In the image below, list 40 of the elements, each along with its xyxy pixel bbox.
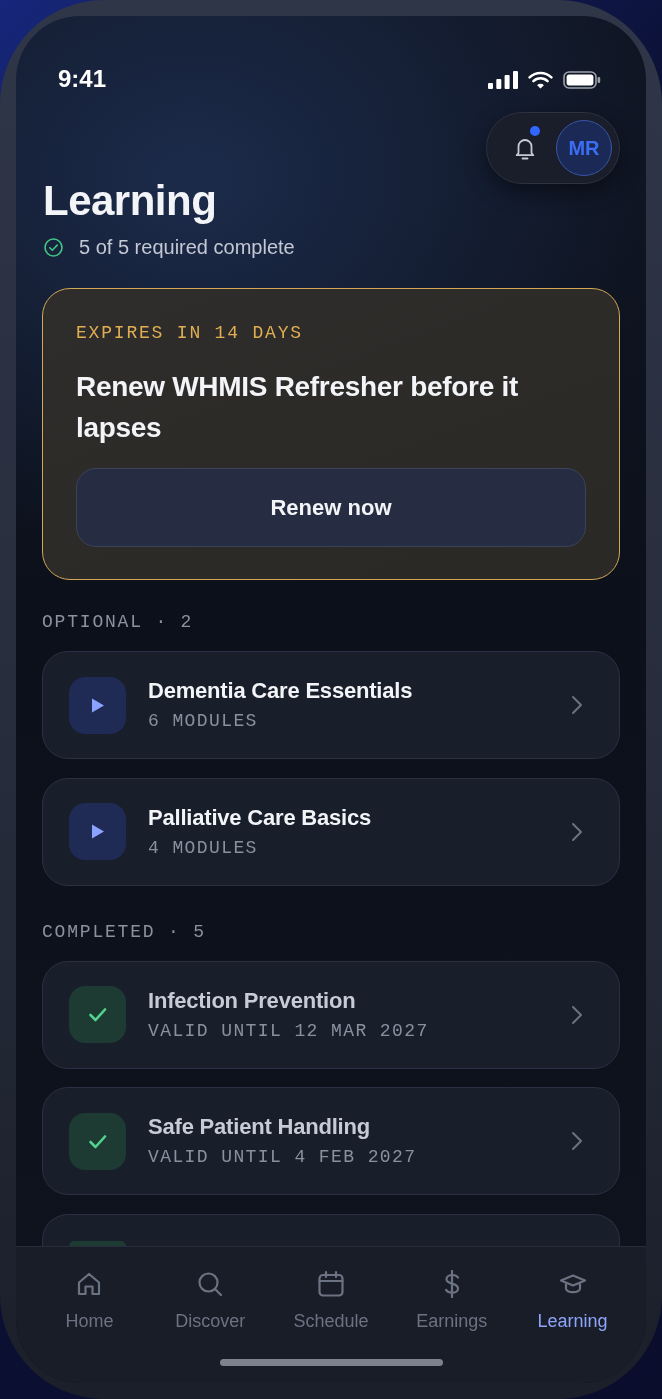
check-circle-icon [44, 237, 63, 257]
chevron-icon [571, 821, 583, 842]
chevron-icon [571, 695, 583, 715]
course-title: Dementia Care Essentials [148, 677, 413, 705]
chevron-icon [571, 1004, 583, 1025]
nav-tab[interactable]: Earnings [391, 1270, 513, 1332]
course-meta: 4 MODULES [148, 836, 258, 860]
course-card[interactable]: Safe Patient Handling VALID UNTIL 4 FEB 2027 [42, 1087, 620, 1195]
course-title: Palliative Care Basics [148, 803, 372, 832]
page-title: Learning [43, 178, 218, 224]
check-icon [69, 986, 126, 1043]
search-icon [196, 1270, 225, 1298]
wifi-icon [528, 71, 553, 89]
section-label: OPTIONAL · 2 [42, 611, 195, 634]
course-card[interactable]: Infection Prevention VALID UNTIL 12 MAR 2027 [42, 960, 620, 1069]
course-title: Infection Prevention [148, 986, 356, 1015]
status-time: 9:41 [58, 66, 107, 92]
calendar-icon [317, 1270, 345, 1298]
chevron-icon [571, 1131, 583, 1151]
course-meta: VALID UNTIL 12 MAR 2027 [148, 1019, 429, 1043]
nav-tab[interactable]: Learning [512, 1270, 633, 1332]
course-title: Safe Patient Handling [148, 1113, 370, 1141]
expiry-label: EXPIRES IN 14 DAYS [76, 322, 304, 345]
course-meta: 6 MODULES [148, 710, 258, 733]
play-icon [69, 676, 126, 734]
nav-tab[interactable]: Discover [149, 1270, 271, 1332]
renew-button[interactable]: Renew now [76, 468, 586, 547]
course-meta: VALID UNTIL 4 FEB 2027 [148, 1146, 417, 1169]
battery-icon [563, 71, 601, 89]
section-label: COMPLETED · 5 [42, 920, 207, 944]
nav-tab[interactable]: Home [29, 1270, 150, 1332]
course-card[interactable]: Palliative Care Basics 4 MODULES [42, 777, 620, 886]
summary-text: 5 of 5 required complete [79, 235, 295, 260]
alert-title: Renew WHMIS Refresher before it lapses [76, 370, 519, 445]
tile-icon [69, 1240, 126, 1246]
signal-icon [488, 71, 518, 89]
course-card[interactable]: Dementia Care Essentials 6 MODULES [42, 651, 620, 759]
play-icon [69, 803, 126, 860]
check-icon [69, 1112, 126, 1170]
nav-tab[interactable]: Schedule [270, 1270, 392, 1332]
